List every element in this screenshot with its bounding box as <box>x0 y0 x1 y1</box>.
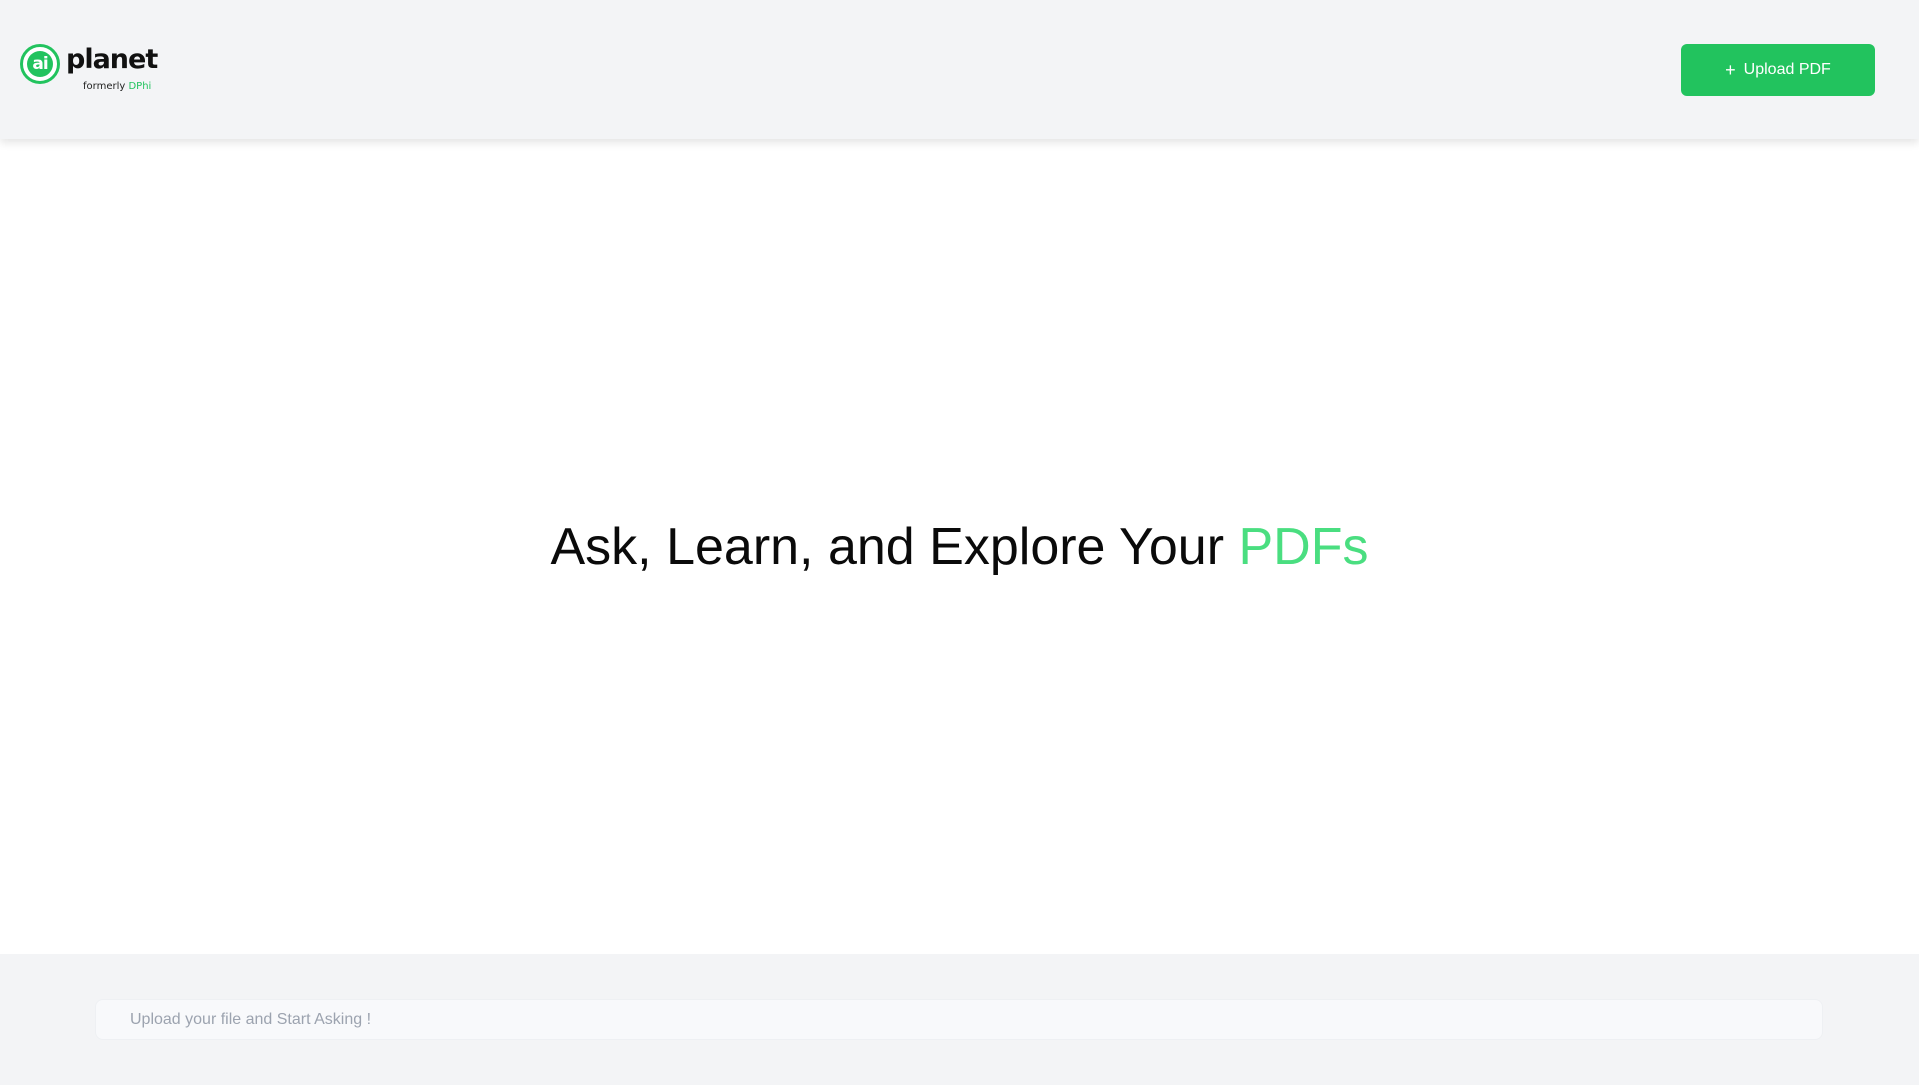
hero-headline: Ask, Learn, and Explore Your PDFs <box>0 517 1919 577</box>
top-header: ai planet formerly DPhi + Upload PDF <box>0 0 1919 139</box>
upload-pdf-button[interactable]: + Upload PDF <box>1681 44 1875 96</box>
main-area: Ask, Learn, and Explore Your PDFs <box>0 139 1919 954</box>
logo-badge-text: ai <box>27 51 53 77</box>
question-input[interactable] <box>95 999 1823 1040</box>
logo-tagline: formerly DPhi <box>83 81 151 93</box>
upload-pdf-label: Upload PDF <box>1743 61 1831 78</box>
question-footer <box>0 954 1919 1085</box>
logo-tagline-prefix: formerly <box>83 81 126 92</box>
hero-headline-highlight: PDFs <box>1238 518 1369 576</box>
logo-wordmark: planet <box>66 44 158 75</box>
logo-tagline-brand: DPhi <box>128 81 152 92</box>
app-page: ai planet formerly DPhi + Upload PDF Ask… <box>0 0 1919 1085</box>
hero-headline-text: Ask, Learn, and Explore Your <box>550 518 1225 576</box>
logo-badge-icon: ai <box>20 44 60 84</box>
plus-icon: + <box>1725 60 1736 80</box>
aiplanet-logo[interactable]: ai planet formerly DPhi <box>20 43 160 99</box>
